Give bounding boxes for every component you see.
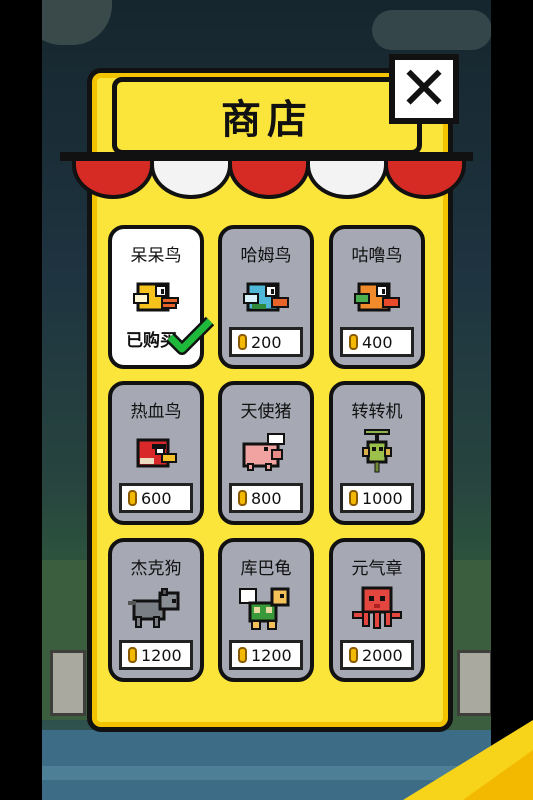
shop-item-card[interactable]: 咕噜鸟 400 xyxy=(329,225,425,369)
item-price: 800 xyxy=(251,488,282,508)
item-price: 200 xyxy=(251,332,282,352)
awning-rod xyxy=(60,152,473,161)
price-tag: 600 xyxy=(119,483,193,513)
item-name: 库巴龟 xyxy=(240,559,292,579)
item-price: 2000 xyxy=(362,645,403,665)
gold-coin-icon xyxy=(349,647,358,663)
close-x-icon: ✕ xyxy=(398,54,450,124)
price-tag: 200 xyxy=(229,327,303,357)
stone-pillar xyxy=(50,650,86,716)
close-button[interactable]: ✕ xyxy=(389,54,459,124)
item-price: 600 xyxy=(141,488,172,508)
item-name: 元气章 xyxy=(351,559,403,579)
item-price: 1200 xyxy=(141,645,182,665)
awning-stripe xyxy=(384,161,466,199)
shop-title-banner: 商店 xyxy=(112,77,422,155)
awning-stripe xyxy=(306,161,388,199)
game-screen: 商店 ✕ 呆呆鸟 已购买 哈姆鸟 200 咕噜鸟 400 热血鸟 600 天使猪… xyxy=(0,0,533,800)
gold-coin-icon xyxy=(128,490,137,506)
red-octopus-icon xyxy=(333,584,421,634)
gold-coin-icon xyxy=(349,490,358,506)
price-tag: 2000 xyxy=(340,640,414,670)
price-tag: 1200 xyxy=(119,640,193,670)
orange-bird-icon xyxy=(333,271,421,321)
shop-item-card[interactable]: 热血鸟 600 xyxy=(108,381,204,525)
price-tag: 1000 xyxy=(340,483,414,513)
letterbox-left xyxy=(0,0,42,800)
gray-dog-icon xyxy=(112,584,200,634)
cloud-shape xyxy=(42,0,112,45)
blue-bird-icon xyxy=(222,271,310,321)
awning-stripe xyxy=(72,161,154,199)
shop-item-card[interactable]: 天使猪 800 xyxy=(218,381,314,525)
awning-stripe xyxy=(150,161,232,199)
shop-item-card[interactable]: 转转机 1000 xyxy=(329,381,425,525)
shop-item-card[interactable]: 呆呆鸟 已购买 xyxy=(108,225,215,369)
gold-coin-icon xyxy=(238,647,247,663)
item-name: 杰克狗 xyxy=(130,559,182,579)
yellow-flappy-bird-icon xyxy=(112,271,200,321)
item-name: 天使猪 xyxy=(240,402,292,422)
item-name: 热血鸟 xyxy=(130,402,182,422)
item-price: 400 xyxy=(362,332,393,352)
winged-turtle-icon xyxy=(222,584,310,634)
shop-item-card[interactable]: 杰克狗 1200 xyxy=(108,538,204,682)
corner-ribbon-decoration xyxy=(403,720,533,800)
shop-item-card[interactable]: 库巴龟 1200 xyxy=(218,538,314,682)
price-tag: 400 xyxy=(340,327,414,357)
red-angry-bird-icon xyxy=(112,427,200,477)
item-name: 呆呆鸟 xyxy=(130,246,182,266)
cloud-shape xyxy=(372,10,491,50)
item-name: 转转机 xyxy=(351,402,403,422)
item-price: 1200 xyxy=(251,645,292,665)
item-price: 1000 xyxy=(362,488,403,508)
winged-pig-icon xyxy=(222,427,310,477)
price-tag: 800 xyxy=(229,483,303,513)
shop-awning xyxy=(72,161,466,199)
gold-coin-icon xyxy=(349,334,358,350)
gold-coin-icon xyxy=(238,334,247,350)
gold-coin-icon xyxy=(238,490,247,506)
shop-item-card[interactable]: 哈姆鸟 200 xyxy=(218,225,314,369)
item-name: 哈姆鸟 xyxy=(240,246,292,266)
checkmark-icon xyxy=(165,315,215,359)
propeller-bug-icon xyxy=(333,427,421,477)
letterbox-right xyxy=(491,0,533,800)
price-tag: 1200 xyxy=(229,640,303,670)
item-name: 咕噜鸟 xyxy=(351,246,403,266)
shop-item-card[interactable]: 元气章 2000 xyxy=(329,538,425,682)
awning-stripe xyxy=(228,161,310,199)
shop-title: 商店 xyxy=(221,97,313,143)
gold-coin-icon xyxy=(128,647,137,663)
